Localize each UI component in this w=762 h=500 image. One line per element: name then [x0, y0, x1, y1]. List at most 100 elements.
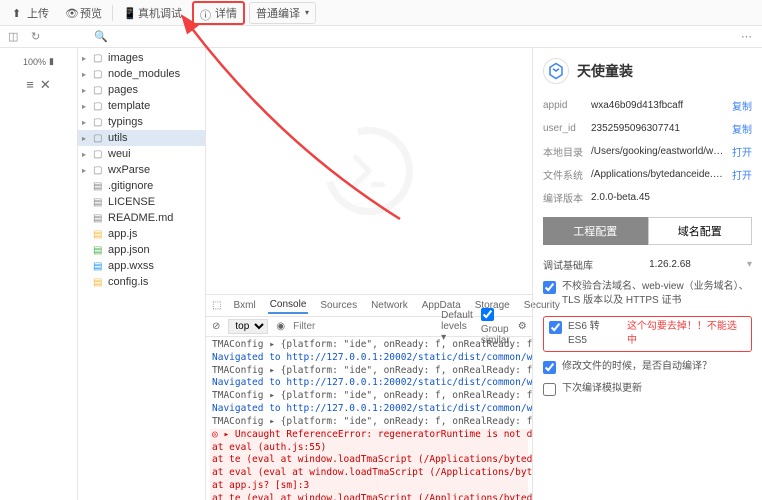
check-label: 不校验合法域名、web-view（业务域名）、TLS 版本以及 HTTPS 证书 [562, 280, 752, 308]
tree-item-utils[interactable]: ▸▢utils [78, 130, 205, 146]
action-复制[interactable]: 复制 [732, 98, 752, 113]
divider [112, 5, 113, 21]
main-area: 100%▮ ≡ ✕ ▸▢images▸▢node_modules▸▢pages▸… [0, 48, 762, 500]
editor-placeholder [206, 48, 532, 294]
editor-toolbar: ◫ ↻ 🔍 ⋯ [0, 26, 762, 48]
check-simulate-update[interactable]: 下次编译模拟更新 [543, 382, 752, 396]
tree-item-weui[interactable]: ▸▢weui [78, 146, 205, 162]
split-icon[interactable]: ◫ [8, 30, 21, 43]
log-line: Navigated to http://127.0.0.1:20002/stat… [210, 403, 528, 416]
console-output[interactable]: TMAConfig ▸ {platform: "ide", onReady: f… [206, 337, 532, 500]
tree-item-app-json[interactable]: ▤app.json [78, 242, 205, 258]
tree-item-node_modules[interactable]: ▸▢node_modules [78, 66, 205, 82]
eye-icon[interactable]: ◉ [276, 321, 285, 332]
detail-button[interactable]: ⓘ详情 [192, 1, 245, 25]
chevron-down-icon[interactable]: ▾ [747, 259, 752, 270]
action-复制[interactable]: 复制 [732, 121, 752, 136]
project-logo-icon [543, 58, 569, 84]
tree-item-template[interactable]: ▸▢template [78, 98, 205, 114]
log-line: ◎ ▸ Uncaught ReferenceError: regenerator… [210, 429, 528, 442]
debug-lib-version[interactable]: 1.26.2.68 [649, 259, 691, 270]
check-label: ES6 转 ES5 [568, 320, 621, 348]
tab-bxml[interactable]: Bxml [231, 298, 257, 313]
battery-indicator: 100%▮ [23, 56, 54, 67]
domain-config-button[interactable]: 域名配置 [648, 217, 753, 245]
tree-item-app-wxss[interactable]: ▤app.wxss [78, 258, 205, 274]
tree-item-app-js[interactable]: ▤app.js [78, 226, 205, 242]
tab-console[interactable]: Console [268, 297, 309, 314]
info-row-本地目录: 本地目录/Users/gooking/eastworld/wechat…打开 [543, 144, 752, 159]
preview-button[interactable]: 👁预览 [59, 3, 108, 23]
tree-item-LICENSE[interactable]: ▤LICENSE [78, 194, 205, 210]
editor-area: ⬚ BxmlConsoleSourcesNetworkAppDataStorag… [206, 48, 532, 500]
tree-item-typings[interactable]: ▸▢typings [78, 114, 205, 130]
devtools-panel: ⬚ BxmlConsoleSourcesNetworkAppDataStorag… [206, 294, 532, 500]
preview-label: 预览 [80, 5, 102, 21]
project-config-button[interactable]: 工程配置 [543, 217, 648, 245]
check-auto-compile[interactable]: 修改文件的时候，是否自动编译？ [543, 360, 752, 374]
log-line: Navigated to http://127.0.0.1:20002/stat… [210, 352, 528, 365]
debug-lib-label: 调试基础库 [543, 257, 593, 272]
config-buttons: 工程配置 域名配置 [543, 217, 752, 245]
log-line: at te (eval at window.loadTmaScript (/Ap… [210, 454, 528, 467]
simulator-panel: 100%▮ ≡ ✕ [0, 48, 78, 500]
log-line: at te (eval at window.loadTmaScript (/Ap… [210, 493, 528, 500]
menu-icon[interactable]: ≡ [26, 77, 34, 93]
info-row-文件系统: 文件系统/Applications/bytedanceide.app/C…打开 [543, 167, 752, 182]
chevron-down-icon: ▾ [305, 8, 309, 17]
real-debug-label: 真机调试 [138, 5, 182, 21]
info-icon: ⓘ [200, 7, 212, 19]
phone-icon: 📱 [123, 7, 135, 19]
refresh-icon[interactable]: ↻ [31, 30, 44, 43]
battery-icon: ▮ [49, 56, 54, 67]
console-filter-bar: ⊘ top ◉ Default levels ▾ Group similar ⚙ [206, 317, 532, 337]
tree-item-README-md[interactable]: ▤README.md [78, 210, 205, 226]
tab-sources[interactable]: Sources [318, 298, 359, 313]
tree-item-images[interactable]: ▸▢images [78, 50, 205, 66]
log-line: TMAConfig ▸ {platform: "ide", onReady: f… [210, 365, 528, 378]
detail-label: 详情 [215, 5, 237, 21]
clear-icon[interactable]: ⊘ [212, 321, 220, 332]
annotation-text: 这个勾要去掉！！不能选中 [627, 320, 746, 348]
real-debug-button[interactable]: 📱真机调试 [117, 3, 188, 23]
inspect-icon[interactable]: ⬚ [212, 300, 221, 311]
top-toolbar: ⬆上传 👁预览 📱真机调试 ⓘ详情 普通编译 ▾ [0, 0, 762, 26]
tree-item-wxParse[interactable]: ▸▢wxParse [78, 162, 205, 178]
info-row-user_id: user_id2352595096307741复制 [543, 121, 752, 136]
info-row-appid: appidwxa46b09d413fbcaff复制 [543, 98, 752, 113]
action-打开[interactable]: 打开 [732, 144, 752, 159]
action-打开[interactable]: 打开 [732, 167, 752, 182]
check-label: 修改文件的时候，是否自动编译？ [562, 360, 712, 374]
project-title: 天使童装 [577, 61, 633, 81]
upload-button[interactable]: ⬆上传 [6, 3, 55, 23]
upload-label: 上传 [27, 5, 49, 21]
search-icon[interactable]: 🔍 [94, 30, 107, 43]
tree-item--gitignore[interactable]: ▤.gitignore [78, 178, 205, 194]
more-icon[interactable]: ⋯ [741, 30, 754, 43]
eye-icon: 👁 [65, 7, 77, 19]
upload-icon: ⬆ [12, 7, 24, 19]
file-explorer[interactable]: ▸▢images▸▢node_modules▸▢pages▸▢template▸… [78, 48, 206, 500]
filter-input[interactable] [293, 321, 425, 332]
tree-item-pages[interactable]: ▸▢pages [78, 82, 205, 98]
close-icon[interactable]: ✕ [40, 77, 51, 93]
compile-mode-dropdown[interactable]: 普通编译 ▾ [249, 2, 316, 24]
check-es6-es5[interactable]: ES6 转 ES5 这个勾要去掉！！不能选中 [543, 316, 752, 352]
log-line: TMAConfig ▸ {platform: "ide", onReady: f… [210, 390, 528, 403]
check-label: 下次编译模拟更新 [562, 382, 642, 396]
tab-network[interactable]: Network [369, 298, 410, 313]
info-row-编译版本: 编译版本2.0.0-beta.45 [543, 190, 752, 205]
log-line: at eval (auth.js:55) [210, 442, 528, 455]
logo-icon [324, 126, 414, 216]
project-header: 天使童装 [543, 58, 752, 84]
gear-icon[interactable]: ⚙ [518, 321, 527, 332]
battery-pct: 100% [23, 57, 46, 67]
log-line: at eval (eval at window.loadTmaScript (/… [210, 467, 528, 480]
check-no-verify[interactable]: 不校验合法域名、web-view（业务域名）、TLS 版本以及 HTTPS 证书 [543, 280, 752, 308]
tree-item-config-is[interactable]: ▤config.is [78, 274, 205, 290]
log-line: Navigated to http://127.0.0.1:20002/stat… [210, 377, 528, 390]
log-line: TMAConfig ▸ {platform: "ide", onReady: f… [210, 416, 528, 429]
context-select[interactable]: top [228, 319, 268, 334]
compile-label: 普通编译 [256, 5, 300, 21]
log-line: at app.js? [sm]:3 [210, 480, 528, 493]
